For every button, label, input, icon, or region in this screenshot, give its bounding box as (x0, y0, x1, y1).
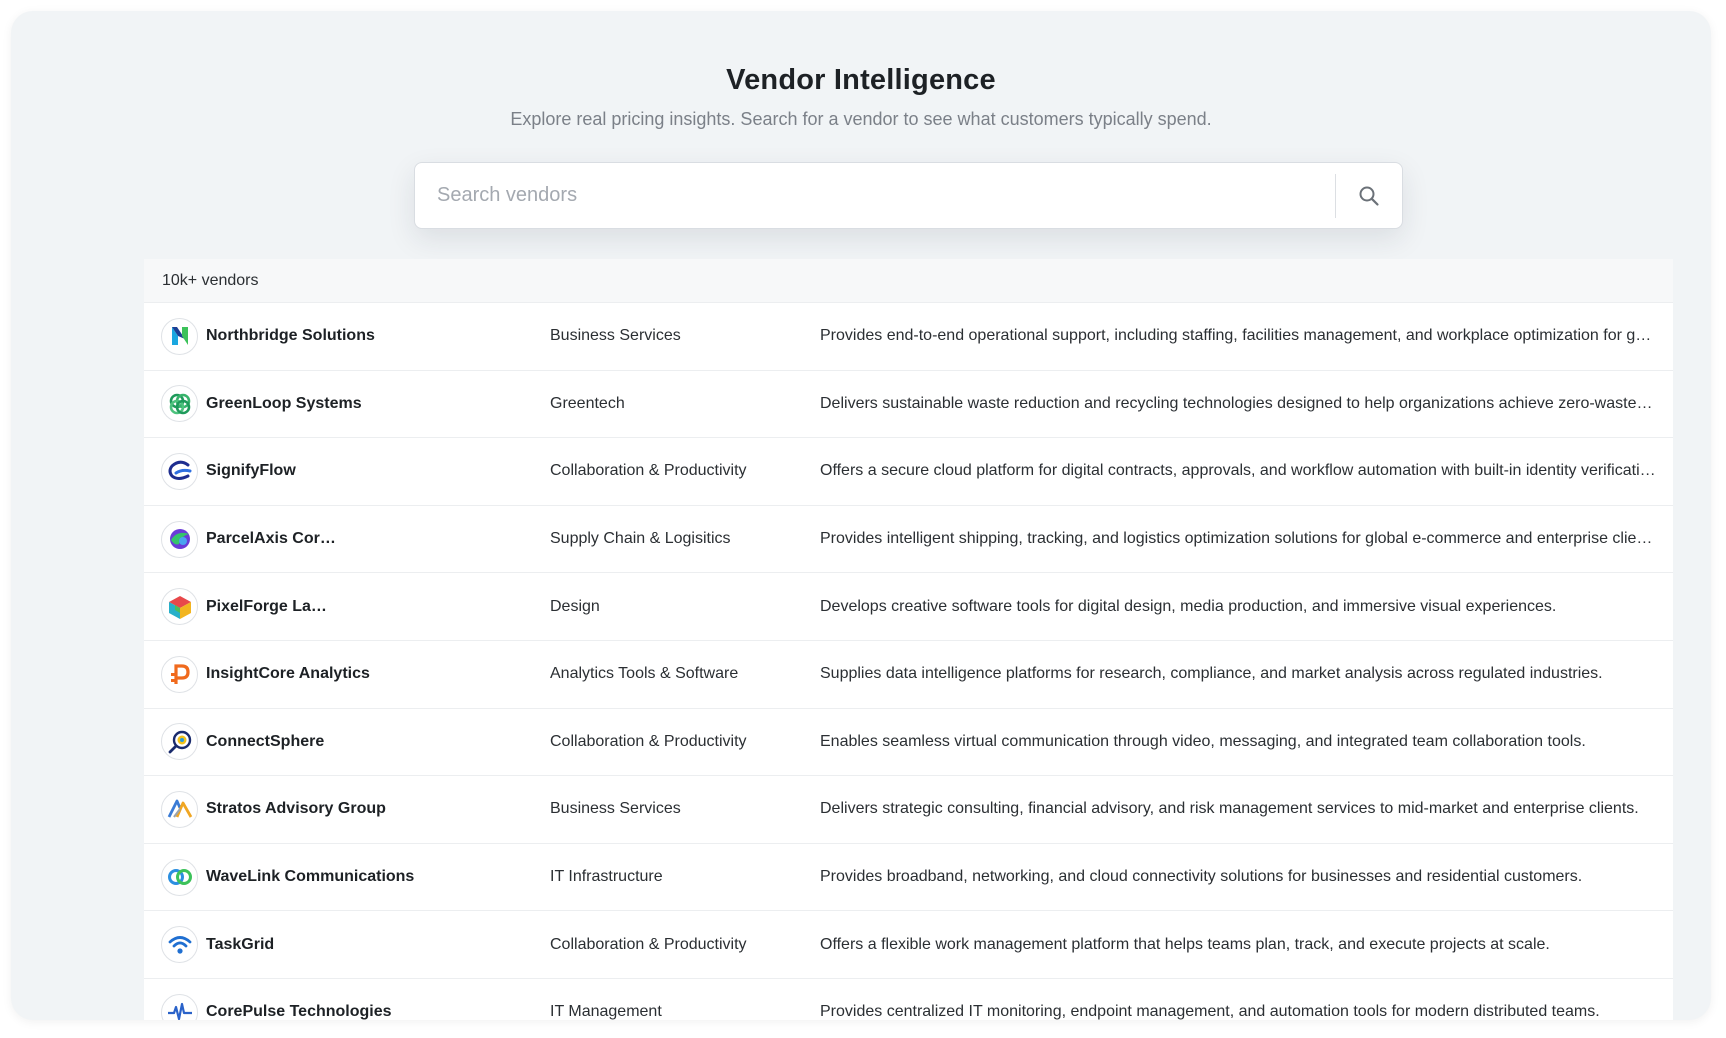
vendor-description: Provides broadband, networking, and clou… (820, 868, 1583, 886)
vendor-category: Collaboration & Productivity (550, 935, 747, 953)
vendor-description: Provides intelligent shipping, tracking,… (820, 530, 1656, 548)
parcelaxis-logo-icon (161, 520, 198, 558)
vendor-category: Business Services (550, 800, 681, 818)
page-title: Vendor Intelligence (726, 64, 996, 96)
search-button[interactable] (1336, 163, 1402, 228)
app-frame: Vendor Intelligence Explore real pricing… (11, 11, 1711, 1020)
connectsphere-logo-icon (161, 723, 198, 761)
vendor-description: Enables seamless virtual communication t… (820, 732, 1586, 750)
insightcore-logo-icon (161, 655, 198, 693)
vendor-name: SignifyFlow (206, 462, 296, 480)
vendor-row[interactable]: WaveLink Communications IT Infrastructur… (144, 842, 1673, 911)
vendor-description: Develops creative software tools for dig… (820, 597, 1557, 615)
vendor-description: Offers a flexible work management platfo… (820, 935, 1550, 953)
vendor-name: Stratos Advisory Group (206, 800, 386, 818)
vendor-name: PixelForge La… (206, 597, 327, 615)
wavelink-logo-icon (161, 858, 198, 896)
vendor-row[interactable]: Northbridge Solutions Business Services … (144, 302, 1673, 370)
corepulse-logo-icon (161, 993, 198, 1020)
vendor-category: IT Management (550, 1003, 662, 1020)
page-subtitle: Explore real pricing insights. Search fo… (510, 109, 1212, 129)
vendor-table: 10k+ vendors Northbridge Solutions Busin… (144, 259, 1673, 1020)
vendor-row[interactable]: GreenLoop Systems Greentech Delivers sus… (144, 369, 1673, 438)
vendor-row[interactable]: ParcelAxis Cor… Supply Chain & Logisitic… (144, 504, 1673, 573)
stratos-logo-icon (161, 790, 198, 828)
vendor-row[interactable]: TaskGrid Collaboration & Productivity Of… (144, 910, 1673, 978)
vendor-description: Provides centralized IT monitoring, endp… (820, 1003, 1600, 1020)
vendor-category: Collaboration & Productivity (550, 732, 747, 750)
vendor-description: Delivers sustainable waste reduction and… (820, 394, 1656, 412)
vendor-category: Greentech (550, 394, 625, 412)
vendor-name: Northbridge Solutions (206, 327, 375, 345)
vendor-name: CorePulse Technologies (206, 1003, 392, 1020)
search-bar (414, 162, 1403, 229)
vendor-description: Supplies data intelligence platforms for… (820, 665, 1603, 683)
search-input[interactable] (415, 163, 1335, 228)
vendor-row[interactable]: PixelForge La… Design Develops creative … (144, 572, 1673, 640)
signifyflow-logo-icon (161, 452, 198, 490)
vendor-category: Analytics Tools & Software (550, 665, 739, 683)
vendor-row[interactable]: CorePulse Technologies IT Management Pro… (144, 977, 1673, 1020)
vendor-row[interactable]: ConnectSphere Collaboration & Productivi… (144, 707, 1673, 776)
vendor-category: Design (550, 597, 600, 615)
vendor-row[interactable]: Stratos Advisory Group Business Services… (144, 775, 1673, 843)
pixelforge-logo-icon (161, 588, 198, 626)
vendor-description: Offers a secure cloud platform for digit… (820, 462, 1656, 480)
vendor-name: ConnectSphere (206, 732, 325, 750)
search-icon (1359, 186, 1379, 206)
vendor-category: Collaboration & Productivity (550, 462, 747, 480)
vendor-name: TaskGrid (206, 935, 275, 953)
vendor-description: Provides end-to-end operational support,… (820, 327, 1656, 345)
vendor-name: InsightCore Analytics (206, 665, 370, 683)
vendor-row[interactable]: SignifyFlow Collaboration & Productivity… (144, 437, 1673, 505)
vendor-name: GreenLoop Systems (206, 394, 362, 412)
taskgrid-logo-icon (161, 926, 198, 964)
vendor-category: Business Services (550, 327, 681, 345)
vendor-name: ParcelAxis Cor… (206, 530, 336, 548)
vendor-name: WaveLink Communications (206, 868, 415, 886)
vendor-category: Supply Chain & Logisitics (550, 530, 731, 548)
vendor-description: Delivers strategic consulting, financial… (820, 800, 1639, 818)
vendor-row[interactable]: InsightCore Analytics Analytics Tools & … (144, 639, 1673, 708)
vendor-count: 10k+ vendors (144, 259, 1673, 302)
greenloop-logo-icon (161, 385, 198, 423)
northbridge-logo-icon (161, 317, 198, 355)
vendor-category: IT Infrastructure (550, 868, 663, 886)
